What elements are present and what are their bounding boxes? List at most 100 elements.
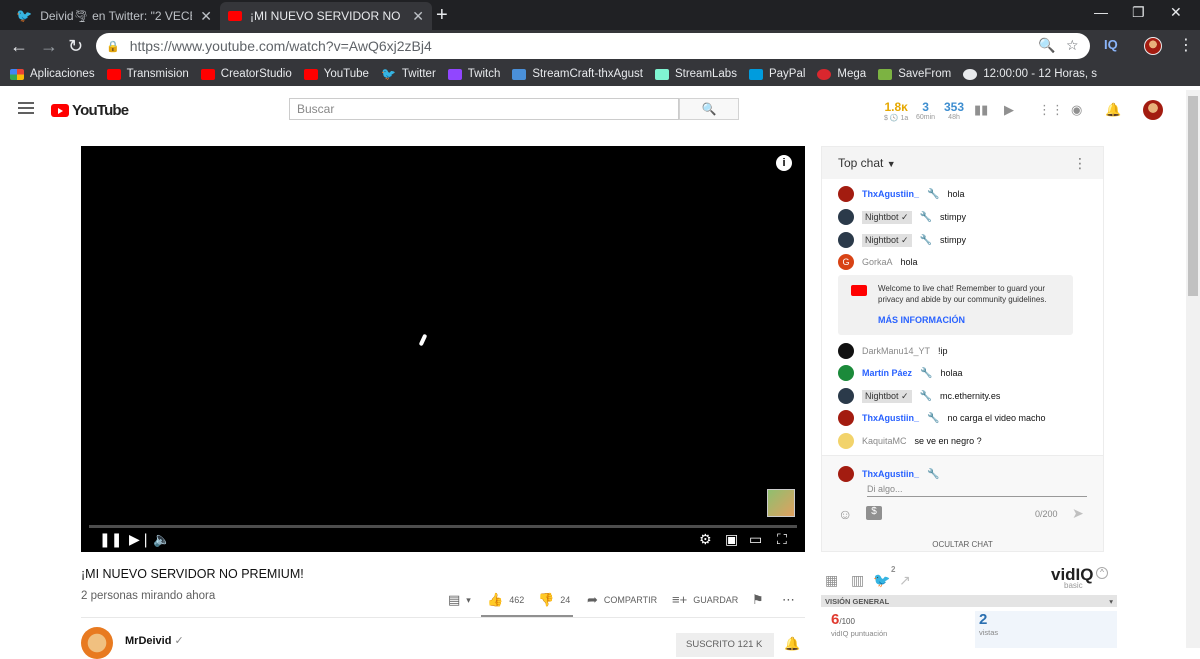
save-button[interactable]: ≡+ GUARDAR [672,592,738,607]
bookmark-twitter[interactable]: 🐦 Twitter [381,67,436,81]
chat-message[interactable]: Martín Páez 🔧 holaa [838,365,963,381]
avatar: G [838,254,854,270]
info-icon[interactable]: i [776,155,792,171]
bookmark-timer[interactable]: 12:00:00 - 12 Horas, s [963,68,1097,80]
close-icon[interactable]: ✕ [200,8,212,25]
bookmark-savefrom[interactable]: SaveFrom [878,68,951,80]
youtube-logo[interactable]: YouTube [51,102,129,119]
vidiq-extension-icon[interactable]: IQ [1104,37,1118,52]
avatar [838,209,854,225]
restore-icon[interactable]: ❐ [1132,4,1145,21]
progress-bar[interactable] [89,525,797,528]
tab-youtube[interactable]: ¡MI NUEVO SERVIDOR NO PREM ✕ [220,2,432,30]
bookmark-apps[interactable]: Aplicaciones [10,68,95,80]
chat-message[interactable]: KaquitaMC se ve en negro ? [838,433,982,449]
scrollbar-thumb[interactable] [1188,96,1198,296]
youtube-icon [106,68,121,80]
super-chat-icon[interactable]: $ [866,506,882,520]
vidiq-stat-earnings[interactable]: 1.8ĸ $ 🕓 1a [884,100,908,122]
browser-toolbar: ← → ↻ 🔒 https://www.youtube.com/watch?v=… [0,30,1200,62]
bar-chart-icon[interactable]: ▥ [851,572,864,589]
minimize-icon[interactable]: — [1094,4,1108,20]
mega-icon [817,68,832,80]
subscribe-button[interactable]: SUSCRITO 121 K [676,633,774,657]
menu-icon[interactable]: ⋮ [1178,36,1194,56]
vidiq-stat-60min[interactable]: 3 60min [916,100,935,121]
playlist-add-button[interactable]: ▤ ▾ [448,592,471,608]
channel-avatar[interactable] [81,627,113,659]
collapse-icon[interactable]: ^ [1096,567,1108,579]
bookmark-twitch[interactable]: Twitch [447,68,500,80]
search-input[interactable]: Buscar [289,98,679,120]
hamburger-menu-icon[interactable] [18,102,34,114]
chat-message[interactable]: Nightbot ✓ 🔧 mc.ethernity.es [838,388,1000,404]
chat-message[interactable]: DarkManu14_YT !ip [838,343,948,359]
bookmark-mega[interactable]: Mega [817,68,866,80]
avatar[interactable] [1143,100,1163,120]
chat-message[interactable]: ThxAgustiin_ 🔧 no carga el video macho [838,410,1046,426]
messages-icon[interactable]: ◉ [1071,102,1082,118]
divider [81,617,805,618]
trend-icon[interactable]: ↗ [899,572,911,589]
more-info-link[interactable]: MÁS INFORMACIÓN [878,315,1063,326]
pause-icon[interactable]: ❚❚ [99,531,122,548]
next-icon[interactable]: ▶❘ [129,531,152,548]
fullscreen-icon[interactable]: ⛶ [777,531,787,548]
chat-message-input[interactable]: Di algo... [867,484,1087,497]
channel-watermark[interactable] [767,489,795,517]
search-button[interactable]: 🔍 [679,98,739,120]
share-button[interactable]: ➦ COMPARTIR [587,592,657,608]
video-camera-icon[interactable]: ▶ [1004,102,1014,118]
miniplayer-icon[interactable]: ▣ [725,531,738,548]
profile-avatar[interactable] [1144,37,1162,55]
bookmark-streamcraft[interactable]: StreamCraft-thxAgust [512,68,643,80]
more-actions-button[interactable]: ⋯ [782,592,795,608]
overview-section-header[interactable]: VISIÓN GENERAL ▾ [821,595,1117,607]
twitter-icon[interactable]: 🐦 [873,572,890,589]
notification-bell-icon[interactable]: 🔔 [784,636,800,652]
reload-icon[interactable]: ↻ [68,36,83,56]
chat-message[interactable]: G GorkaA hola [838,254,918,270]
emoji-icon[interactable]: ☺ [838,506,852,522]
video-player[interactable]: i ❚❚ ▶❘ 🔈 ⚙ ▣ ▭ ⛶ [81,146,805,552]
theater-mode-icon[interactable]: ▭ [749,531,762,548]
vidiq-stat-48h[interactable]: 353 48h [944,100,964,121]
bookmark-creatorstudio[interactable]: CreatorStudio [200,68,292,80]
youtube-icon [228,11,242,21]
chat-message[interactable]: Nightbot ✓ 🔧 stimpy [838,209,966,225]
youtube-icon [851,285,867,296]
settings-gear-icon[interactable]: ⚙ [699,531,712,548]
dislike-button[interactable]: 👎 24 [538,592,570,608]
tab-twitter[interactable]: 🐦 Deivid🌪 en Twitter: "2 VECES... " ✕ [8,2,220,30]
bookmark-streamlabs[interactable]: StreamLabs [654,68,737,80]
youtube-play-icon [51,104,69,117]
chat-message[interactable]: Nightbot ✓ 🔧 stimpy [838,232,966,248]
page-scrollbar[interactable] [1186,90,1200,648]
channel-name[interactable]: MrDeivid ✓ [125,634,184,647]
more-vertical-icon[interactable]: ⋮ [1073,155,1087,172]
close-icon[interactable]: ✕ [412,8,424,25]
apps-grid-icon[interactable]: ⋮⋮ [1038,102,1064,118]
analytics-icon[interactable]: ▮▮ [974,102,988,118]
new-tab-button[interactable]: + [436,4,448,27]
volume-icon[interactable]: 🔈 [153,531,170,548]
bookmark-transmision[interactable]: Transmision [106,68,189,80]
back-icon[interactable]: ← [10,36,28,56]
zoom-icon[interactable]: 🔍 [1038,37,1055,54]
like-button[interactable]: 👍 462 [487,592,524,608]
close-window-icon[interactable]: ✕ [1170,4,1182,21]
report-button[interactable]: ⚑ [752,592,764,608]
hide-chat-button[interactable]: OCULTAR CHAT [822,540,1103,549]
bookmark-youtube[interactable]: YouTube [303,68,369,80]
send-icon[interactable]: ➤ [1072,505,1084,522]
notifications-bell-icon[interactable]: 🔔 [1105,102,1121,118]
forward-icon[interactable]: → [40,36,58,56]
youtube-icon [303,68,318,80]
address-bar[interactable]: 🔒 https://www.youtube.com/watch?v=AwQ6xj… [96,33,1090,59]
star-icon[interactable]: ☆ [1066,37,1079,54]
grid-icon[interactable]: ▦ [825,572,838,589]
chat-message[interactable]: ThxAgustiin_ 🔧 hola [838,186,964,202]
chat-mode-dropdown[interactable]: Top chat ▼ [838,156,896,170]
bookmark-paypal[interactable]: PayPal [748,68,805,80]
avatar [838,365,854,381]
